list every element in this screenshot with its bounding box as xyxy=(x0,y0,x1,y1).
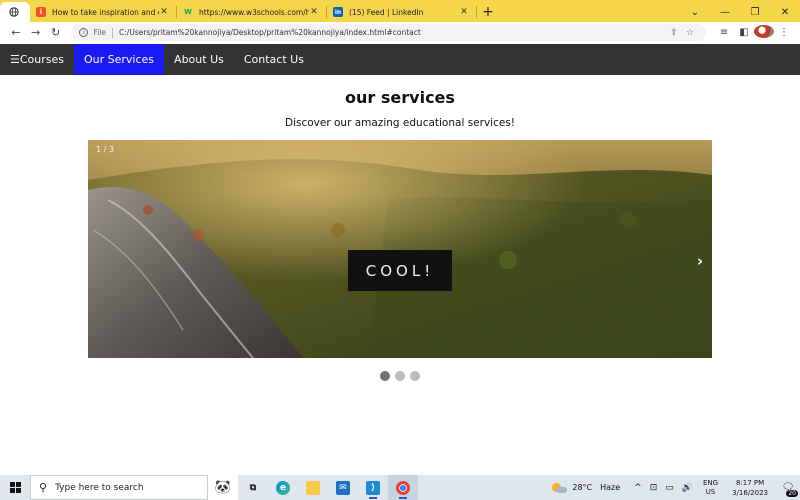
page-subtitle: Discover our amazing educational service… xyxy=(285,117,515,129)
slide-caption: COOL! xyxy=(348,250,452,291)
search-highlight-icon[interactable]: 🐼 xyxy=(208,475,238,500)
slideshow: 1 / 3 COOL! › xyxy=(88,140,712,358)
volume-icon[interactable]: 🔊 xyxy=(682,483,693,493)
close-window-icon[interactable]: ✕ xyxy=(770,7,800,18)
chrome-icon[interactable] xyxy=(388,475,418,500)
weather-desc: Haze xyxy=(600,483,621,492)
browser-tab-strip: i How to take inspiration and code ✕ W h… xyxy=(0,0,800,22)
weather-widget[interactable]: 28°C Haze xyxy=(552,482,621,493)
clock[interactable]: 8:17 PM 3/16/2023 xyxy=(732,478,768,498)
restore-icon[interactable]: ❐ xyxy=(740,7,770,18)
close-tab-icon[interactable]: ✕ xyxy=(159,7,169,17)
address-bar[interactable]: i File C:/Users/pritam%20kannojiya/Deskt… xyxy=(71,24,707,41)
network-status-icon[interactable]: ⊡ xyxy=(650,483,658,493)
nav-about-link[interactable]: About Us xyxy=(164,44,234,75)
fav-icon: i xyxy=(36,7,46,17)
lang-bottom: US xyxy=(705,487,716,496)
url-text[interactable]: C:/Users/pritam%20kannojiya/Desktop/prit… xyxy=(119,28,666,37)
slide-dots xyxy=(0,371,800,381)
language-indicator[interactable]: ENG US xyxy=(703,479,718,497)
clock-date: 3/16/2023 xyxy=(732,488,768,497)
taskbar-search[interactable]: ⚲ Type here to search xyxy=(30,475,208,500)
battery-icon[interactable]: ▭ xyxy=(665,483,674,493)
side-panel-icon[interactable]: ◧ xyxy=(734,27,754,38)
close-tab-icon[interactable]: ✕ xyxy=(309,7,319,17)
forward-icon[interactable]: → xyxy=(26,26,46,39)
new-tab-button[interactable]: + xyxy=(477,2,499,22)
chevron-up-icon[interactable]: ^ xyxy=(634,483,642,493)
browser-tab[interactable]: in (15) Feed | LinkedIn ✕ xyxy=(327,2,477,22)
site-navbar: ☰Courses Our Services About Us Contact U… xyxy=(0,44,800,75)
slide-image xyxy=(88,140,712,358)
browser-tab[interactable]: i How to take inspiration and code ✕ xyxy=(30,2,177,22)
globe-icon xyxy=(9,7,19,17)
weather-temp: 28°C xyxy=(572,483,593,492)
bookmark-star-icon[interactable]: ☆ xyxy=(682,28,698,38)
notifications-icon[interactable]: 🗨 20 xyxy=(776,475,800,500)
lang-top: ENG xyxy=(703,478,719,487)
close-tab-icon[interactable]: ✕ xyxy=(459,7,469,17)
next-slide-button[interactable]: › xyxy=(694,252,706,270)
scheme-label: File xyxy=(93,28,107,37)
vscode-icon[interactable]: ⟩ xyxy=(358,475,388,500)
tab-title: (15) Feed | LinkedIn xyxy=(349,7,424,17)
slide-counter: 1 / 3 xyxy=(96,145,114,154)
edge-icon[interactable]: e xyxy=(268,475,298,500)
mail-icon[interactable]: ✉ xyxy=(328,475,358,500)
system-tray: 28°C Haze ^ ⊡ ▭ 🔊 ENG US 8:17 PM 3/16/20… xyxy=(552,475,800,500)
w3schools-icon: W xyxy=(184,8,192,16)
task-view-icon[interactable]: ⧉ xyxy=(238,475,268,500)
tab-title: https://www.w3schools.com/how xyxy=(199,7,309,17)
notification-count: 20 xyxy=(786,490,798,497)
browser-tab[interactable]: W https://www.w3schools.com/how ✕ xyxy=(177,2,327,22)
browser-toolbar: ← → ↻ i File C:/Users/pritam%20kannojiya… xyxy=(0,22,800,43)
share-icon[interactable]: ⇪ xyxy=(666,28,682,38)
nav-services-link[interactable]: Our Services xyxy=(74,44,165,75)
back-icon[interactable]: ← xyxy=(6,26,26,39)
linkedin-icon: in xyxy=(333,7,343,17)
window-controls: ⌄ — ❐ ✕ xyxy=(680,2,800,22)
slide-dot[interactable] xyxy=(380,371,390,381)
browser-tab-active[interactable] xyxy=(0,2,30,22)
search-icon: ⚲ xyxy=(39,481,48,494)
tab-title: How to take inspiration and code xyxy=(52,7,159,17)
windows-logo-icon xyxy=(9,482,21,493)
search-placeholder: Type here to search xyxy=(55,482,144,493)
slide-dot[interactable] xyxy=(395,371,405,381)
avatar[interactable] xyxy=(754,24,775,41)
clock-time: 8:17 PM xyxy=(735,478,765,487)
file-explorer-icon[interactable] xyxy=(298,475,328,500)
minimize-icon[interactable]: — xyxy=(710,7,740,18)
reading-list-icon[interactable]: ≡ xyxy=(714,27,734,38)
page-title: our services xyxy=(345,88,455,107)
reload-icon[interactable]: ↻ xyxy=(46,26,66,39)
nav-contact-link[interactable]: Contact Us xyxy=(234,44,314,75)
menu-kebab-icon[interactable]: ⋮ xyxy=(774,27,794,38)
nav-courses-link[interactable]: ☰Courses xyxy=(0,44,74,75)
info-icon[interactable]: i xyxy=(79,28,89,37)
slide-dot[interactable] xyxy=(410,371,420,381)
start-button[interactable] xyxy=(0,475,30,500)
weather-haze-icon xyxy=(552,482,568,493)
tab-search-icon[interactable]: ⌄ xyxy=(680,7,710,18)
windows-taskbar: ⚲ Type here to search 🐼 ⧉ e ✉ ⟩ 28°C Haz… xyxy=(0,475,800,500)
